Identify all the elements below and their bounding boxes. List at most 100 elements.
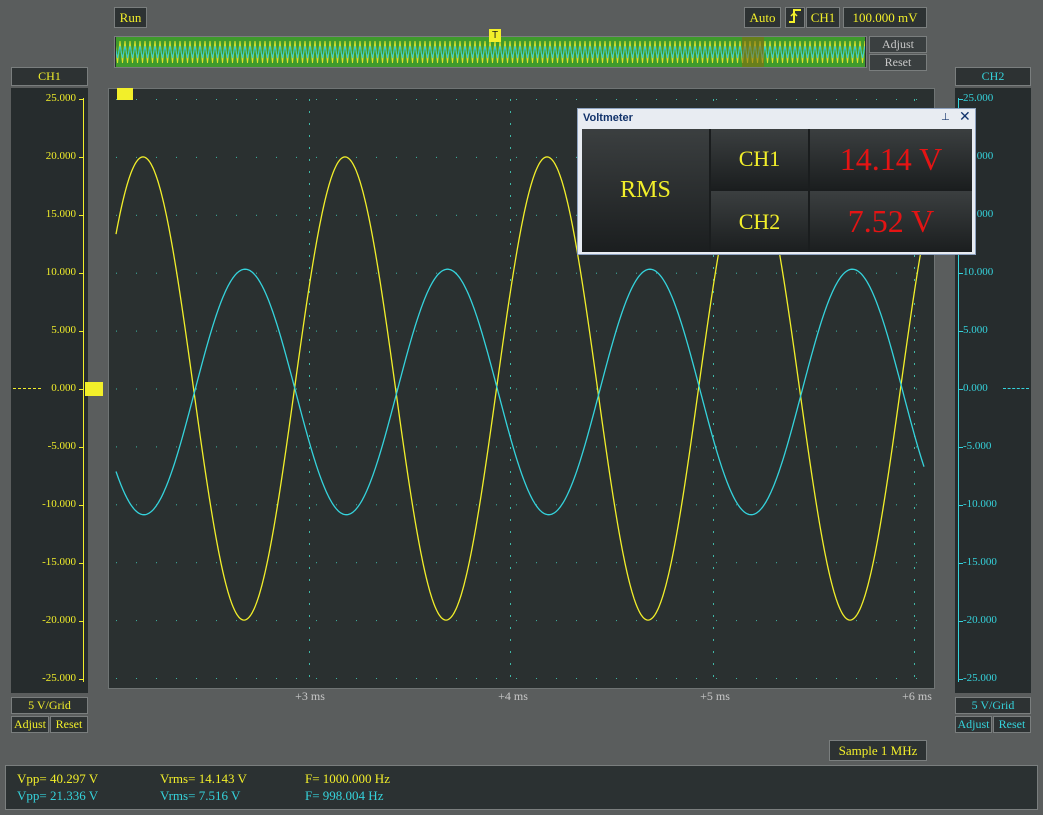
pin-icon[interactable]: ⊥	[941, 112, 950, 123]
grid-dot	[356, 330, 357, 332]
grid-dot	[596, 330, 597, 332]
grid-dot	[510, 675, 511, 677]
grid-dot	[510, 603, 511, 605]
grid-dot	[656, 620, 657, 622]
grid-dot	[756, 99, 757, 100]
grid-dot	[510, 315, 511, 317]
grid-dot	[196, 446, 197, 448]
grid-dot	[636, 446, 637, 448]
ch2-tick-label: 5.000	[963, 324, 988, 336]
grid-dot	[136, 99, 137, 100]
grid-dot	[713, 351, 714, 353]
grid-dot	[876, 446, 877, 448]
grid-dot	[376, 446, 377, 448]
ch2-reset-button[interactable]: Reset	[993, 716, 1031, 733]
grid-dot	[476, 678, 477, 679]
run-button[interactable]: Run	[114, 7, 147, 28]
grid-dot	[736, 562, 737, 564]
ch1-tick-label: 20.000	[45, 150, 76, 162]
grid-dot	[896, 446, 897, 448]
grid-dot	[416, 156, 417, 158]
grid-dot	[676, 446, 677, 448]
grid-dot	[736, 388, 737, 390]
trigger-level-field[interactable]: 100.000 mV	[843, 7, 927, 28]
grid-dot	[396, 678, 397, 679]
grid-dot	[636, 678, 637, 679]
overview-adjust-button[interactable]: Adjust	[869, 36, 927, 53]
overview-reset-button[interactable]: Reset	[869, 54, 927, 71]
grid-dot	[216, 156, 217, 158]
grid-dot	[116, 446, 117, 448]
grid-dot	[476, 99, 477, 100]
grid-dot	[276, 272, 277, 274]
waveform-overview[interactable]: T	[114, 29, 867, 68]
grid-dot	[756, 504, 757, 506]
grid-dot	[636, 562, 637, 564]
grid-dot	[510, 411, 511, 413]
grid-dot	[756, 620, 757, 622]
grid-dot	[876, 272, 877, 274]
grid-dot	[676, 272, 677, 274]
grid-dot	[336, 272, 337, 274]
grid-dot	[756, 272, 757, 274]
grid-dot	[736, 99, 737, 100]
ch1-reset-button[interactable]: Reset	[50, 716, 88, 733]
trigger-position-icon[interactable]: T	[489, 29, 501, 42]
grid-dot	[510, 183, 511, 185]
grid-dot	[176, 620, 177, 622]
grid-dot	[496, 504, 497, 506]
trigger-mode-button[interactable]: Auto	[744, 7, 781, 28]
grid-dot	[136, 678, 137, 679]
close-icon[interactable]: ✕	[959, 109, 971, 125]
grid-dot	[836, 330, 837, 332]
grid-dot	[713, 519, 714, 521]
grid-dot	[896, 620, 897, 622]
sample-rate-button[interactable]: Sample 1 MHz	[829, 740, 927, 761]
grid-dot	[456, 388, 457, 390]
grid-dot	[136, 388, 137, 390]
ch1-zero-marker[interactable]	[85, 382, 103, 396]
grid-dot	[309, 159, 310, 161]
grid-dot	[776, 272, 777, 274]
grid-dot	[116, 504, 117, 506]
grid-dot	[756, 330, 757, 332]
time-label: +3 ms	[295, 689, 325, 703]
grid-dot	[816, 678, 817, 679]
trigger-edge-button[interactable]	[785, 7, 805, 28]
grid-dot	[556, 330, 557, 332]
grid-dot	[336, 620, 337, 622]
trigger-level-marker[interactable]	[117, 88, 133, 100]
grid-dot	[510, 387, 511, 389]
grid-dot	[776, 446, 777, 448]
grid-dot	[914, 447, 915, 449]
grid-dot	[914, 651, 915, 653]
voltmeter-window[interactable]: Voltmeter ⊥ ✕ RMS CH1 14.14 V CH2 7.52 V	[577, 108, 976, 255]
grid-dot	[716, 678, 717, 679]
grid-dot	[336, 388, 337, 390]
ch2-adjust-button[interactable]: Adjust	[955, 716, 992, 733]
grid-dot	[896, 504, 897, 506]
grid-dot	[816, 446, 817, 448]
time-label: +4 ms	[498, 689, 528, 703]
grid-dot	[510, 171, 511, 173]
grid-dot	[516, 272, 517, 274]
grid-dot	[914, 627, 915, 629]
grid-dot	[914, 303, 915, 305]
trigger-channel-button[interactable]: CH1	[806, 7, 840, 28]
ch1-axis-panel[interactable]: 25.000 20.000 15.000 10.000 5.000 0.000 -5.000…	[11, 88, 103, 693]
grid-dot	[713, 651, 714, 653]
grid-dot	[713, 447, 714, 449]
grid-dot	[510, 531, 511, 533]
grid-dot	[876, 99, 877, 100]
grid-dot	[914, 567, 915, 569]
grid-dot	[276, 388, 277, 390]
grid-dot	[516, 504, 517, 506]
grid-dot	[896, 678, 897, 679]
grid-dot	[476, 620, 477, 622]
grid-dot	[914, 543, 915, 545]
grid-dot	[216, 504, 217, 506]
grid-dot	[916, 620, 917, 622]
grid-dot	[496, 99, 497, 100]
ch1-adjust-button[interactable]: Adjust	[11, 716, 49, 733]
grid-dot	[216, 562, 217, 564]
